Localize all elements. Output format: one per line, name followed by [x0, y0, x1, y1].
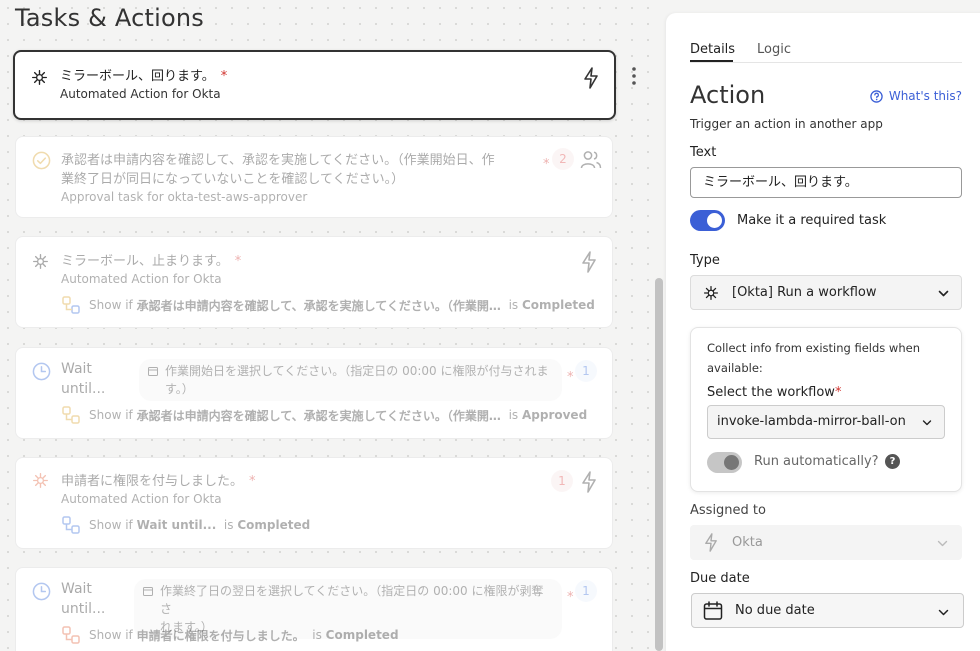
- task-title-line1: Wait: [61, 581, 92, 597]
- required-marker: *: [220, 69, 228, 84]
- count-badge: 1: [575, 360, 597, 382]
- task-card-wait-start[interactable]: Wait until... 作業開始日を選択してください。（指定日の 00:00…: [15, 347, 613, 439]
- more-options-icon[interactable]: [632, 67, 636, 85]
- okta-workflow-icon: [703, 285, 719, 300]
- tab-details[interactable]: Details: [690, 42, 735, 57]
- text-label: Text: [690, 145, 717, 160]
- task-title-line2: until...: [61, 381, 106, 397]
- calendar-icon: [148, 367, 158, 376]
- required-task-toggle[interactable]: [690, 210, 725, 231]
- workflow-select[interactable]: invoke-lambda-mirror-ball-on: [707, 405, 945, 439]
- calendar-icon: [143, 587, 153, 596]
- collect-info-box: Collect info from existing fields when a…: [690, 327, 962, 492]
- task-subtitle: Automated Action for Okta: [61, 492, 222, 506]
- required-marker: *: [249, 474, 256, 489]
- task-title: ミラーボール、回ります。 *: [60, 69, 228, 84]
- count-badge: 2: [552, 148, 574, 170]
- task-subtitle: Automated Action for Okta: [60, 87, 221, 101]
- bolt-icon: [584, 67, 598, 89]
- task-title-line2: 業終了日が同日になっていないことを確認してください。）: [61, 172, 405, 187]
- bolt-icon: [705, 533, 717, 552]
- chevron-down-icon: [938, 609, 949, 616]
- bolt-icon: [582, 251, 596, 273]
- task-card-grant-permission[interactable]: 申請者に権限を付与しました。 * Automated Action for Okt…: [15, 457, 613, 549]
- tab-divider: [690, 62, 962, 63]
- panel-heading: Action: [690, 81, 766, 109]
- task-title-line1: 承認者は申請内容を確認して、承認を実施してください。（作業開始日、作: [61, 153, 495, 168]
- task-title-line1: Wait: [61, 361, 92, 377]
- clock-icon: [32, 582, 51, 601]
- condition-row: Show if 承認者は申請内容を確認して、承認を実施してください。（作業開… …: [62, 406, 587, 424]
- tasks-pane: Tasks & Actions ミラーボール、回ります。 * Automated …: [0, 0, 650, 651]
- branch-icon: [62, 626, 80, 644]
- collect-info-text: Collect info from existing fields when a…: [707, 341, 920, 375]
- due-date-select[interactable]: No due date: [691, 593, 964, 628]
- required-marker: *: [567, 590, 574, 605]
- task-title: ミラーボール、止まります。 *: [61, 254, 242, 269]
- task-card-approval[interactable]: 承認者は申請内容を確認して、承認を実施してください。（作業開始日、作 業終了日が…: [15, 136, 613, 218]
- scrollbar-thumb[interactable]: [655, 278, 663, 651]
- branch-icon: [62, 296, 80, 314]
- whats-this-link[interactable]: What's this?: [870, 89, 962, 103]
- task-card-wait-end[interactable]: Wait until... 作業終了日の翌日を選択してください。（指定日の 00…: [15, 567, 613, 651]
- tab-logic[interactable]: Logic: [757, 42, 791, 57]
- details-panel: Details Logic Action What's this? Trigge…: [666, 13, 980, 651]
- chevron-down-icon: [938, 290, 949, 297]
- condition-row: Show if Wait until... is Completed: [62, 516, 310, 534]
- assigned-to-label: Assigned to: [690, 503, 766, 518]
- users-icon: [580, 151, 602, 169]
- okta-spark-icon: [33, 473, 48, 488]
- assigned-to-select: Okta: [690, 525, 962, 560]
- count-badge: 1: [551, 470, 573, 492]
- condition-row: Show if 承認者は申請内容を確認して、承認を実施してください。（作業開… …: [62, 296, 595, 314]
- task-subtitle: Automated Action for Okta: [61, 272, 222, 286]
- okta-workflow-icon: [32, 70, 47, 85]
- type-select[interactable]: [Okta] Run a workflow: [690, 275, 962, 310]
- chevron-down-icon: [937, 540, 948, 547]
- clock-icon: [32, 362, 51, 381]
- page-title: Tasks & Actions: [15, 4, 204, 32]
- okta-workflow-icon: [33, 254, 48, 269]
- approval-check-icon: [32, 151, 51, 170]
- calendar-icon: [703, 601, 723, 620]
- required-task-label: Make it a required task: [737, 213, 887, 228]
- branch-icon: [62, 516, 80, 534]
- task-card-mirror-ball-on[interactable]: ミラーボール、回ります。 * Automated Action for Okta: [13, 50, 616, 120]
- task-card-mirror-ball-off[interactable]: ミラーボール、止まります。 * Automated Action for Okta…: [15, 236, 613, 328]
- task-title-line2: until...: [61, 601, 106, 617]
- chevron-down-icon: [922, 420, 932, 426]
- task-title: 申請者に権限を付与しました。 *: [61, 474, 256, 489]
- branch-icon: [62, 406, 80, 424]
- required-marker: *: [567, 370, 574, 385]
- count-badge: 1: [575, 580, 597, 602]
- workflow-label: Select the workflow*: [707, 385, 842, 400]
- condition-row: Show if 申請者に権限を付与しました。 is Completed: [62, 626, 399, 644]
- type-label: Type: [690, 253, 720, 268]
- required-marker: *: [234, 254, 242, 269]
- active-tab-indicator: [690, 60, 733, 62]
- run-automatically-toggle[interactable]: [707, 452, 742, 473]
- help-circle-icon: [870, 89, 883, 103]
- text-input[interactable]: ミラーボール、回ります。: [690, 167, 962, 198]
- help-icon[interactable]: ?: [885, 454, 900, 469]
- bolt-icon: [582, 471, 596, 493]
- panel-description: Trigger an action in another app: [690, 117, 883, 131]
- due-date-label: Due date: [690, 571, 750, 586]
- date-field-chip: 作業開始日を選択してください。（指定日の 00:00 に権限が付与されま す。）: [139, 359, 562, 401]
- task-subtitle: Approval task for okta-test-aws-approver: [61, 190, 308, 204]
- required-marker: *: [543, 157, 550, 172]
- run-automatically-label: Run automatically?: [754, 454, 879, 469]
